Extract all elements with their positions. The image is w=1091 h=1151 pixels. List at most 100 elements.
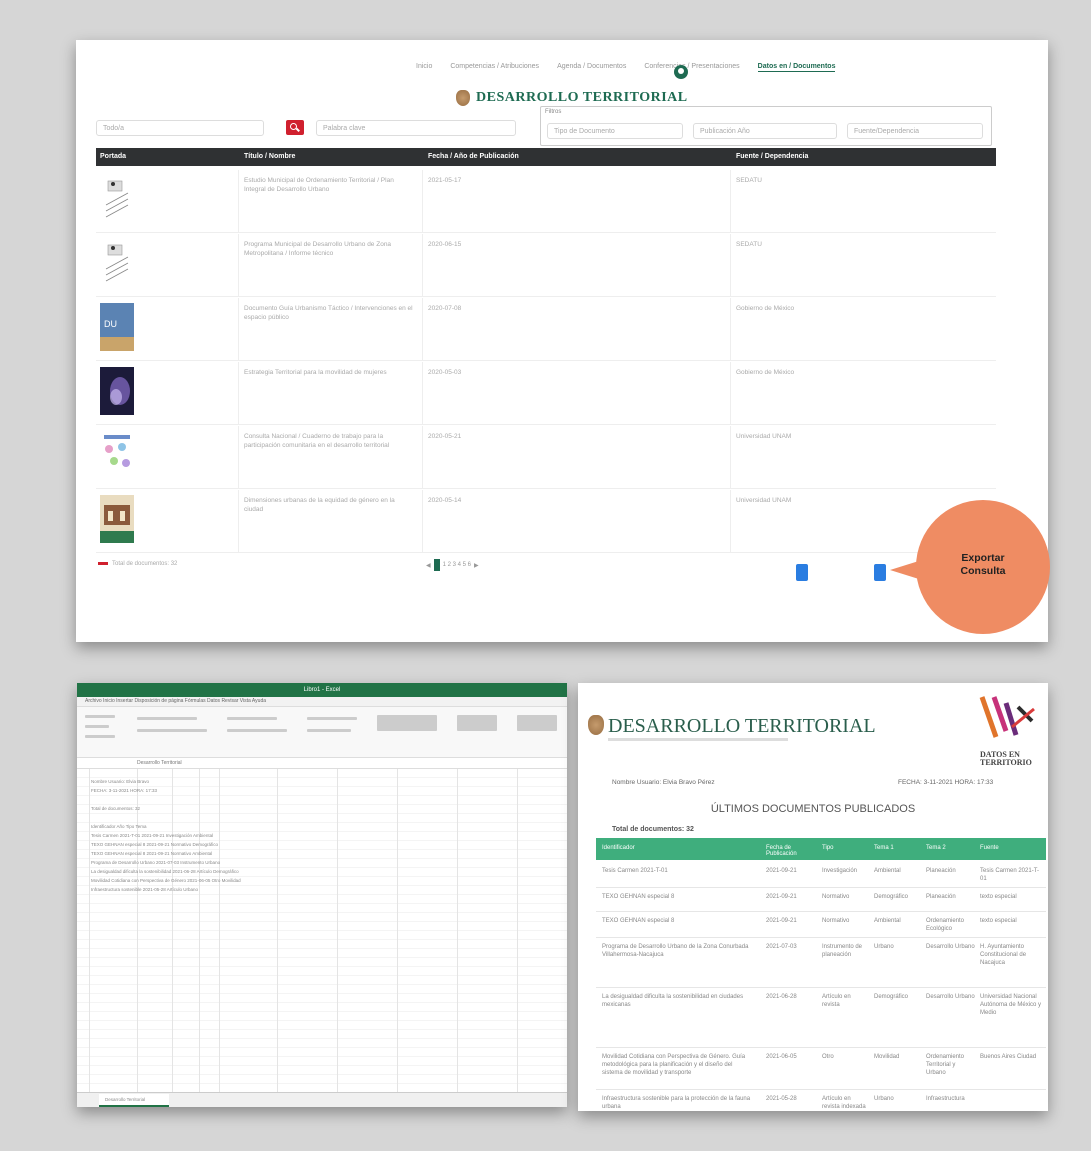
- category-select[interactable]: Todo/a: [96, 120, 264, 136]
- row-date: 2020-05-21: [428, 433, 462, 440]
- row-title[interactable]: Documento Guía Urbanismo Táctico / Inter…: [244, 304, 414, 322]
- report-cell: H. Ayuntamiento Constitucional de Nacaju…: [980, 944, 1027, 966]
- table-row[interactable]: Estudio Municipal de Ordenamiento Territ…: [96, 170, 996, 233]
- svg-text:DU: DU: [104, 319, 117, 329]
- row-title[interactable]: Estudio Municipal de Ordenamiento Territ…: [244, 176, 414, 194]
- col-pub-date: Fecha de Publicación: [766, 845, 797, 857]
- report-cell: Normativo: [822, 918, 850, 924]
- cell-text: Nombre Usuario: Elvia Bravo: [91, 779, 150, 784]
- row-source: Universidad UNAM: [736, 433, 792, 440]
- report-total: Total de documentos: 32: [612, 826, 694, 833]
- excel-menu-bar[interactable]: Archivo Inicio Insertar Disposición de p…: [77, 697, 567, 707]
- report-cell: Demográfico: [874, 994, 909, 1000]
- report-table-header: Identificador Fecha de Publicación Tipo …: [596, 838, 1046, 860]
- table-row[interactable]: Consulta Nacional / Cuaderno de trabajo …: [96, 426, 996, 489]
- nav-item-inicio[interactable]: Inicio: [416, 62, 432, 72]
- row-date: 2020-05-14: [428, 497, 462, 504]
- callout-line-2: Consulta: [960, 565, 1006, 577]
- report-cell: Buenos Aires Ciudad: [980, 1054, 1037, 1060]
- report-cell: Demográfico: [874, 894, 909, 900]
- export-excel-icon[interactable]: [796, 564, 808, 581]
- cell-text: Movilidad Cotidiana con Perspectiva de G…: [91, 878, 241, 883]
- report-row: Infraestructura sostenible para la prote…: [596, 1091, 1046, 1111]
- formula-bar[interactable]: Desarrollo Territorial: [77, 758, 567, 769]
- report-row: TEXO GEHNAN especial 8 2021-09-21 Normat…: [596, 889, 1046, 912]
- keyword-input[interactable]: Palabra clave: [316, 120, 516, 136]
- col-theme2: Tema 2: [926, 845, 946, 851]
- report-screenshot: DESARROLLO TERRITORIAL DATOS EN TERRITOR…: [578, 683, 1048, 1111]
- report-cell: Planeación: [926, 868, 956, 874]
- table-row[interactable]: DU Documento Guía Urbanismo Táctico / In…: [96, 298, 996, 361]
- sheet-tab[interactable]: Desarrollo Territorial: [99, 1094, 169, 1107]
- user-account-icon[interactable]: [674, 65, 688, 79]
- filter-year[interactable]: Publicación Año: [693, 123, 837, 139]
- nav-item-competencias[interactable]: Competencias / Atribuciones: [450, 62, 539, 72]
- row-source: SEDATU: [736, 241, 762, 248]
- report-subtitle-line: [608, 738, 788, 741]
- report-cell: Desarrollo Urbano: [926, 944, 975, 950]
- prev-page-icon[interactable]: ◀: [426, 562, 431, 569]
- portal-screenshot: Inicio Competencias / Atribuciones Agend…: [76, 40, 1048, 642]
- cell-text: Programa de Desarrollo Urbano 2021-07-03…: [91, 860, 221, 865]
- results-total: Total de documentos: 32: [98, 561, 177, 567]
- filters-label: Filtros: [545, 109, 562, 115]
- cell-text: Total de documentos: 32: [91, 806, 141, 811]
- report-cell: 2021-09-21: [766, 918, 797, 924]
- cell-text: TEXO GEHNAN especial 8 2021-09-21 Normat…: [91, 851, 213, 856]
- report-cell: Instrumento de planeación: [822, 944, 863, 958]
- brand: DESARROLLO TERRITORIAL: [456, 90, 688, 106]
- col-title: Título / Nombre: [244, 153, 296, 160]
- document-cover-thumbnail: DU: [100, 303, 134, 351]
- sheet-tabs: Desarrollo Territorial: [77, 1092, 567, 1107]
- search-button[interactable]: [286, 120, 304, 135]
- government-seal-icon: [588, 715, 604, 735]
- report-cell: Tesis Carmen 2021-T-01: [602, 868, 668, 874]
- report-cell: Normativo: [822, 894, 850, 900]
- page-numbers[interactable]: 1 2 3 4 5 6: [443, 562, 471, 568]
- cell-text: Infraestructura sostenible 2021-05-28 Ar…: [91, 887, 199, 892]
- table-row[interactable]: Dimensiones urbanas de la equidad de gén…: [96, 490, 996, 553]
- nav-item-datos[interactable]: Datos en / Documentos: [757, 62, 836, 72]
- table-row[interactable]: Estrategia Territorial para la movilidad…: [96, 362, 996, 425]
- results-table-header: Portada Título / Nombre Fecha / Año de P…: [96, 148, 996, 166]
- report-cell: Artículo en revista indexada: [822, 1096, 866, 1110]
- export-pdf-icon[interactable]: [874, 564, 886, 581]
- nav-item-agenda[interactable]: Agenda / Documentos: [557, 62, 626, 72]
- nav-item-conferencias[interactable]: Conferencias / Presentaciones: [644, 62, 739, 72]
- current-page[interactable]: [433, 559, 440, 571]
- row-title[interactable]: Consulta Nacional / Cuaderno de trabajo …: [244, 432, 414, 450]
- results-total-text: Total de documentos: 32: [112, 561, 178, 567]
- report-row: TEXO GEHNAN especial 8 2021-09-21 Normat…: [596, 913, 1046, 938]
- report-cell: Otro: [822, 1054, 834, 1060]
- row-title[interactable]: Estrategia Territorial para la movilidad…: [244, 368, 414, 377]
- filter-source[interactable]: Fuente/Dependencia: [847, 123, 983, 139]
- cell-text: TEXO GEHNAN especial 8 2021-09-21 Normat…: [91, 842, 219, 847]
- row-source: Gobierno de México: [736, 369, 795, 376]
- row-source: SEDATU: [736, 177, 762, 184]
- spreadsheet-grid[interactable]: [77, 769, 567, 1093]
- row-date: 2020-06-15: [428, 241, 462, 248]
- report-cell: Urbano: [874, 944, 894, 950]
- excel-ribbon[interactable]: [77, 707, 567, 758]
- report-cell: Artículo en revista: [822, 994, 851, 1008]
- table-row[interactable]: Programa Municipal de Desarrollo Urbano …: [96, 234, 996, 297]
- report-row: Tesis Carmen 2021-T-01 2021-09-21 Invest…: [596, 863, 1046, 888]
- col-cover: Portada: [100, 153, 127, 160]
- row-title[interactable]: Dimensiones urbanas de la equidad de gén…: [244, 496, 414, 514]
- government-seal-icon: [456, 90, 470, 106]
- report-cell: 2021-06-28: [766, 994, 797, 1000]
- row-title[interactable]: Programa Municipal de Desarrollo Urbano …: [244, 240, 414, 258]
- report-heading: ÚLTIMOS DOCUMENTOS PUBLICADOS: [710, 803, 916, 815]
- report-cell: 2021-06-05: [766, 1054, 797, 1060]
- next-page-icon[interactable]: ▶: [474, 562, 479, 569]
- report-cell: 2021-05-28: [766, 1096, 797, 1102]
- report-cell: Ambiental: [874, 868, 901, 874]
- report-cell: Movilidad: [874, 1054, 900, 1060]
- report-cell: texto especial: [980, 918, 1017, 924]
- row-date: 2020-07-08: [428, 305, 462, 312]
- filter-document-type[interactable]: Tipo de Documento: [547, 123, 683, 139]
- report-cell: La desigualdad dificulta la sostenibilid…: [602, 994, 744, 1008]
- report-title: DESARROLLO TERRITORIAL: [608, 715, 876, 737]
- callout-line-1: Exportar: [961, 552, 1005, 564]
- col-date: Fecha / Año de Publicación: [428, 153, 519, 160]
